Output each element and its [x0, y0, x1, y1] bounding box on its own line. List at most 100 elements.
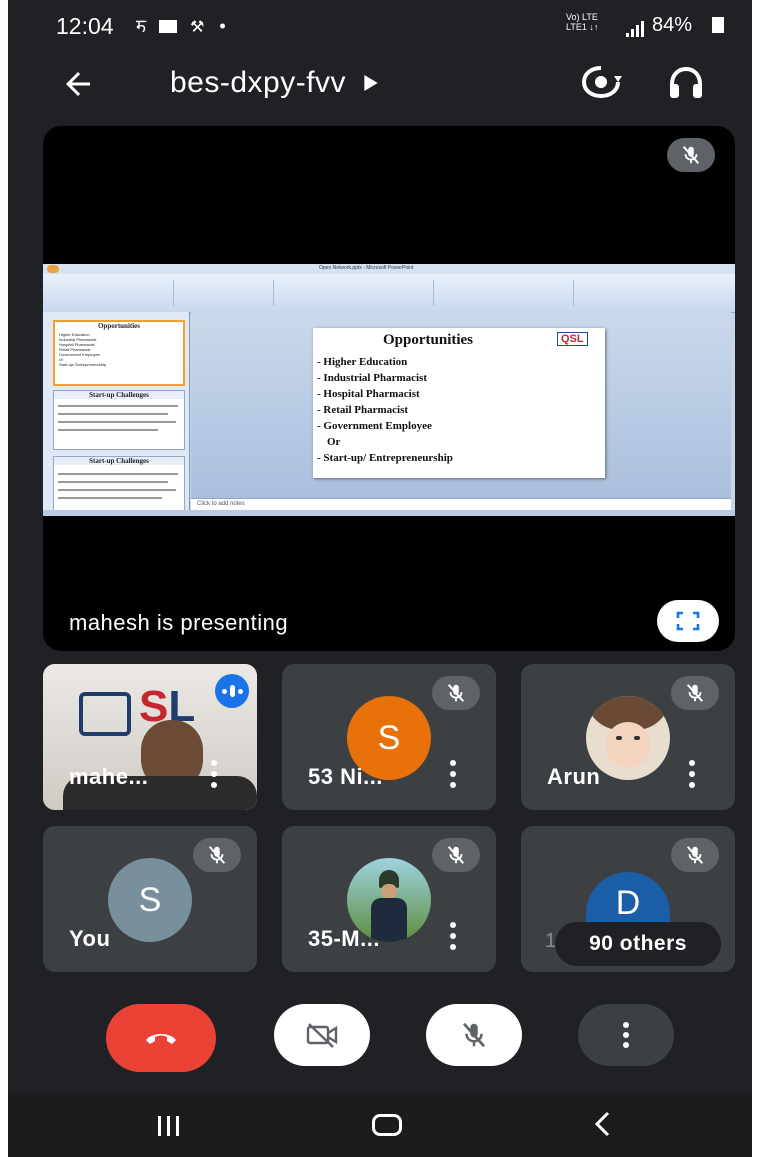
dot-notification-icon: •: [219, 16, 226, 36]
more-options-icon: [623, 1022, 629, 1048]
gallery-notification-icon: [159, 20, 178, 33]
slide-bullet: - Higher Education: [317, 356, 408, 368]
stage-mic-off-badge: [667, 138, 715, 172]
mic-off-badge: [193, 838, 241, 872]
slide-thumbnail: Start-up Challenges: [53, 390, 185, 450]
mic-off-badge: [432, 676, 480, 710]
slide-bullets: - Higher Education - Industrial Pharmaci…: [317, 354, 453, 466]
network-indicator: Vo) LTE LTE1 ↓↑: [566, 12, 598, 32]
notes-placeholder: Click to add notes: [197, 501, 245, 507]
status-bar: 12:04 ॸ ⚒ • Vo) LTE LTE1 ↓↑ 84%: [8, 0, 752, 50]
mic-toggle-button[interactable]: [426, 1004, 522, 1066]
ppt-status-bar: [43, 510, 735, 516]
avatar-letter: D: [615, 884, 641, 922]
ppt-window-title: Open Network.pptx - Microsoft PowerPoint: [319, 265, 414, 271]
participant-avatar: S: [108, 858, 192, 942]
office-logo: [47, 265, 59, 273]
fullscreen-button[interactable]: [657, 600, 719, 642]
slide-bullet: - Hospital Pharmacist: [317, 388, 420, 400]
slide-bullet: - Start-up/ Entrepreneurship: [317, 452, 453, 464]
slide-logo: QSL: [557, 332, 588, 346]
participant-tile-others[interactable]: D 17 90 others: [521, 826, 735, 972]
status-time: 12:04: [56, 13, 114, 39]
mic-off-badge: [671, 838, 719, 872]
participant-menu-icon[interactable]: [450, 922, 456, 950]
meeting-code: bes-dxpy-fvv: [170, 66, 347, 99]
mic-off-icon: [686, 684, 704, 702]
battery-icon: [712, 17, 724, 33]
notification-icons: ॸ ⚒ •: [136, 14, 226, 38]
slide-thumbnail: Start-up Challenges: [53, 456, 185, 512]
slide-bullet: - Industrial Pharmacist: [317, 372, 427, 384]
mic-off-icon: [682, 146, 700, 164]
participant-tile-35[interactable]: 35-M...: [282, 826, 496, 972]
mic-off-badge: [432, 838, 480, 872]
slide-bullet: - Retail Pharmacist: [317, 404, 409, 416]
participant-name: 35-M...: [308, 926, 380, 951]
camera-off-icon: [306, 1023, 338, 1048]
participant-menu-icon[interactable]: [450, 760, 456, 788]
slide-canvas-area: Opportunities QSL - Higher Education - I…: [191, 312, 731, 498]
mic-off-icon: [447, 846, 465, 864]
navigation-bar: [8, 1092, 752, 1157]
mic-off-icon: [462, 1022, 486, 1048]
mic-off-badge: [671, 676, 719, 710]
slide-title: Opportunities: [383, 332, 474, 348]
speaking-indicator: [215, 674, 249, 708]
slide-bullet: - Government Employee: [317, 420, 432, 432]
background-logo: [79, 692, 131, 736]
participant-name: mahe...: [69, 764, 149, 789]
presentation-stage[interactable]: Open Network.pptx - Microsoft PowerPoint…: [43, 126, 735, 651]
app-notification-icon: ॸ: [136, 16, 146, 36]
avatar-letter: S: [377, 718, 401, 757]
others-count-label: 90 others: [589, 932, 687, 955]
network-label: Vo) LTE: [566, 12, 598, 22]
recent-apps-icon[interactable]: [158, 1116, 179, 1136]
mic-off-icon: [447, 684, 465, 702]
slide-thumbnail: Opportunities Higher Education Industria…: [53, 320, 185, 386]
thumbnail-title: Opportunities: [97, 322, 140, 330]
thumb-line: Start-up/ Entrepreneurship: [59, 362, 107, 367]
participant-menu-icon[interactable]: [689, 760, 695, 788]
shared-screen: Open Network.pptx - Microsoft PowerPoint…: [43, 264, 735, 516]
end-call-icon: [146, 1034, 176, 1044]
participant-tile-53[interactable]: S 53 Ni...: [282, 664, 496, 810]
slide-bullet: Or: [327, 436, 341, 448]
mic-off-icon: [686, 846, 704, 864]
back-icon[interactable]: [592, 1110, 612, 1143]
headphones-icon[interactable]: [668, 66, 704, 105]
participant-name: Arun: [547, 764, 601, 789]
end-call-button[interactable]: [106, 1004, 216, 1072]
participant-tile-you[interactable]: S You: [43, 826, 257, 972]
ppt-title-bar: Open Network.pptx - Microsoft PowerPoint: [43, 264, 735, 274]
participant-tile-mahesh[interactable]: SL mahe...: [43, 664, 257, 810]
more-options-button[interactable]: [578, 1004, 674, 1066]
participant-tile-arun[interactable]: Arun: [521, 664, 735, 810]
fullscreen-icon: [676, 611, 700, 631]
participant-name: 53 Ni...: [308, 764, 383, 789]
tools-notification-icon: ⚒: [190, 19, 205, 36]
current-slide: Opportunities QSL - Higher Education - I…: [313, 328, 605, 478]
network-sub-label: LTE1 ↓↑: [566, 22, 599, 32]
thumbnail-title: Start-up Challenges: [54, 457, 184, 465]
mic-off-icon: [208, 846, 226, 864]
slide-thumbnail-pane: Opportunities Higher Education Industria…: [43, 312, 190, 512]
phone-screen: 12:04 ॸ ⚒ • Vo) LTE LTE1 ↓↑ 84% bes-dxpy…: [8, 0, 752, 1157]
thumbnail-lines: Higher Education Industrial Pharmacist H…: [55, 330, 183, 369]
signal-icon: [626, 17, 646, 43]
camera-toggle-button[interactable]: [274, 1004, 370, 1066]
ppt-ribbon: [43, 274, 735, 313]
participant-avatar: D: [586, 872, 670, 926]
participant-name: You: [69, 926, 111, 951]
thumbnail-title: Start-up Challenges: [54, 391, 184, 399]
play-arrow-icon: [364, 75, 378, 91]
camera-switch-icon[interactable]: [580, 62, 622, 107]
presenting-label: mahesh is presenting: [69, 610, 289, 635]
avatar-letter: S: [138, 880, 162, 919]
back-arrow-icon[interactable]: [60, 66, 96, 107]
meeting-code-button[interactable]: bes-dxpy-fvv: [170, 66, 378, 100]
battery-percent: 84%: [652, 14, 693, 36]
home-icon[interactable]: [372, 1114, 402, 1136]
others-count-chip[interactable]: 90 others: [555, 922, 721, 966]
participant-menu-icon[interactable]: [211, 760, 217, 788]
